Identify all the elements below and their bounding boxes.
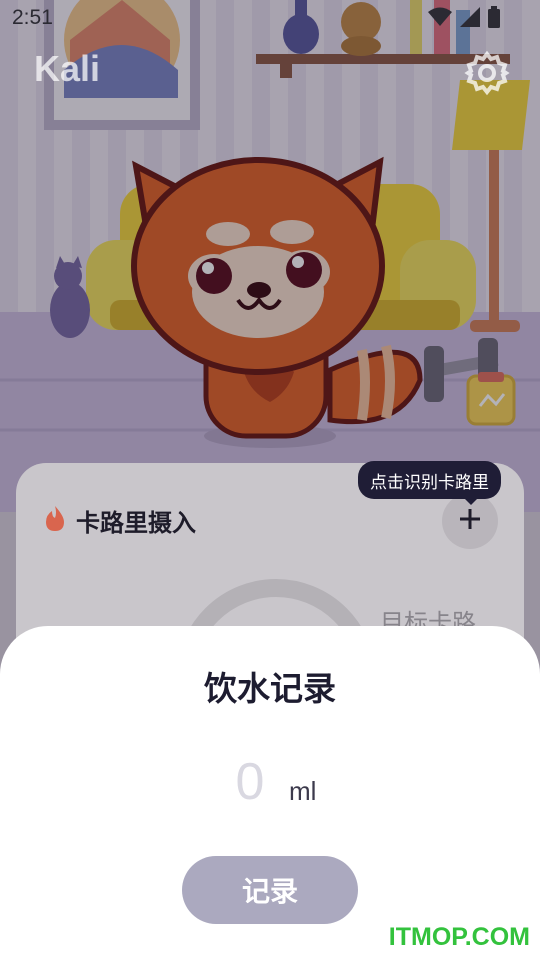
status-bar: 2:51 [0,0,540,38]
watermark: ITMOP.COM [388,923,530,951]
calorie-card-header: 卡路里摄入 [44,503,196,538]
recognize-calorie-tooltip[interactable]: 点击识别卡路里 [358,461,501,499]
settings-button[interactable] [464,50,510,96]
status-icons [428,6,500,32]
battery-icon [488,6,500,32]
app-title: Kali [34,48,101,89]
water-amount-unit: ml [289,776,317,806]
water-record-title: 饮水记录 [204,669,336,708]
gear-icon [464,50,510,100]
record-button[interactable]: 记录 [182,856,358,924]
status-time: 2:51 [12,6,53,29]
water-record-sheet: 饮水记录 0 ml 记录 [0,626,540,960]
signal-icon [460,7,480,31]
flame-icon [44,505,66,536]
tooltip-pointer [464,498,478,505]
calorie-card-title: 卡路里摄入 [76,509,196,537]
wifi-icon [428,7,452,31]
plus-icon [459,508,481,534]
water-amount-row: 0 ml [0,752,540,822]
water-amount-input[interactable]: 0 [222,752,278,812]
